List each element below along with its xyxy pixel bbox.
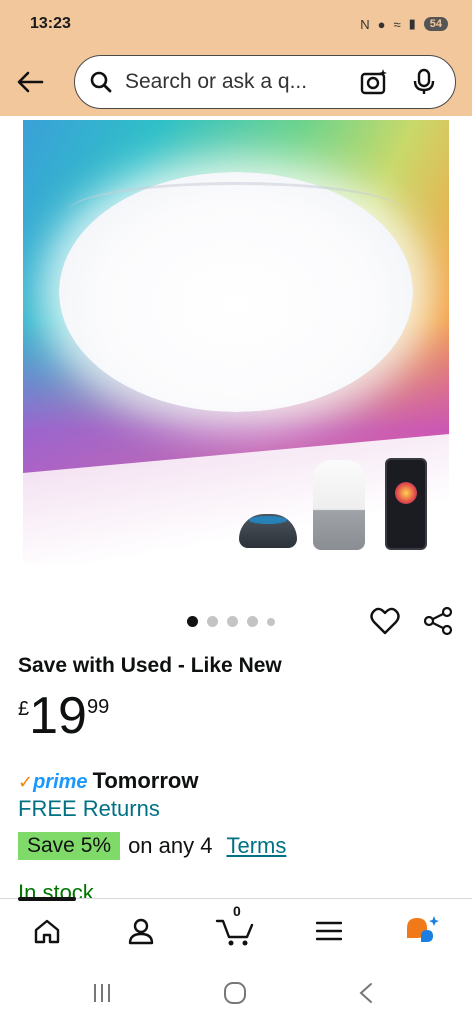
recent-apps-icon bbox=[94, 984, 110, 1002]
product-image[interactable] bbox=[23, 120, 449, 564]
search-placeholder: Search or ask a q... bbox=[125, 70, 308, 93]
phone-app-bulb-icon bbox=[395, 482, 417, 504]
active-tab-indicator bbox=[18, 897, 76, 901]
price-whole: 19 bbox=[29, 687, 87, 745]
cart-icon bbox=[215, 919, 254, 946]
home-circle-icon bbox=[224, 982, 246, 1004]
carousel-dot[interactable] bbox=[187, 616, 198, 627]
search-icon bbox=[89, 69, 115, 95]
heart-icon bbox=[370, 607, 400, 635]
nav-home-button[interactable] bbox=[20, 909, 74, 953]
back-arrow-icon bbox=[17, 71, 44, 93]
image-carousel-indicator bbox=[187, 616, 275, 627]
account-icon bbox=[128, 918, 154, 945]
share-icon bbox=[423, 606, 453, 636]
carousel-dot[interactable] bbox=[267, 617, 275, 626]
location-icon: ● bbox=[377, 16, 386, 32]
wishlist-button[interactable] bbox=[368, 604, 402, 638]
ceiling-light-rim bbox=[67, 182, 405, 242]
microphone-icon[interactable] bbox=[407, 65, 441, 99]
nfc-icon: N bbox=[360, 16, 370, 32]
free-returns-link[interactable]: FREE Returns bbox=[18, 796, 160, 822]
share-button[interactable] bbox=[420, 604, 456, 638]
price-fraction: 99 bbox=[86, 696, 110, 718]
product-condition[interactable]: Save with Used - Like New bbox=[18, 654, 282, 678]
save-badge: Save 5% bbox=[18, 832, 121, 860]
delivery-day: Tomorrow bbox=[92, 768, 199, 793]
menu-icon bbox=[316, 921, 342, 941]
back-chevron-icon bbox=[359, 983, 372, 1003]
search-input[interactable]: Search or ask a q... bbox=[74, 55, 456, 109]
smart-speaker-ring bbox=[249, 516, 287, 524]
back-system-button[interactable] bbox=[346, 978, 386, 1008]
camera-search-icon[interactable] bbox=[357, 65, 391, 99]
home-system-button[interactable] bbox=[215, 978, 255, 1008]
recent-apps-button[interactable] bbox=[82, 978, 122, 1008]
home-icon bbox=[34, 919, 60, 944]
signal-icon: ▮ bbox=[408, 16, 416, 31]
nav-account-button[interactable] bbox=[114, 909, 168, 953]
promotion-row: Save 5% on any 4 Terms bbox=[18, 832, 286, 860]
wifi-icon: ≈ bbox=[393, 16, 401, 32]
carousel-dot[interactable] bbox=[227, 616, 238, 627]
cart-count: 0 bbox=[233, 903, 241, 919]
prime-delivery: ✓ prime Tomorrow bbox=[18, 768, 198, 794]
bottom-navigation: 0 bbox=[0, 897, 472, 962]
battery-indicator: 54 bbox=[423, 17, 448, 31]
system-navigation-bar bbox=[0, 962, 472, 1024]
smart-home-speaker-image bbox=[313, 460, 365, 550]
prime-logo: prime bbox=[33, 771, 88, 793]
status-icons: N ● ≈ ▮ 54 bbox=[360, 16, 448, 32]
terms-link[interactable]: Terms bbox=[226, 833, 286, 859]
promo-text: on any 4 bbox=[128, 833, 213, 858]
status-time: 13:23 bbox=[30, 15, 71, 32]
product-price: £ 19 99 bbox=[18, 688, 109, 744]
back-button[interactable] bbox=[0, 52, 60, 112]
status-bar: 13:23 N ● ≈ ▮ 54 bbox=[0, 0, 472, 48]
prime-check-icon: ✓ bbox=[18, 772, 34, 792]
phone-app-image bbox=[385, 458, 427, 550]
rufus-assistant-icon bbox=[407, 916, 439, 942]
price-currency: £ bbox=[18, 698, 30, 720]
carousel-dot[interactable] bbox=[247, 616, 258, 627]
search-header: Search or ask a q... bbox=[0, 48, 472, 116]
nav-menu-button[interactable] bbox=[302, 909, 356, 953]
carousel-dot[interactable] bbox=[207, 616, 218, 627]
nav-assistant-button[interactable] bbox=[396, 909, 450, 953]
